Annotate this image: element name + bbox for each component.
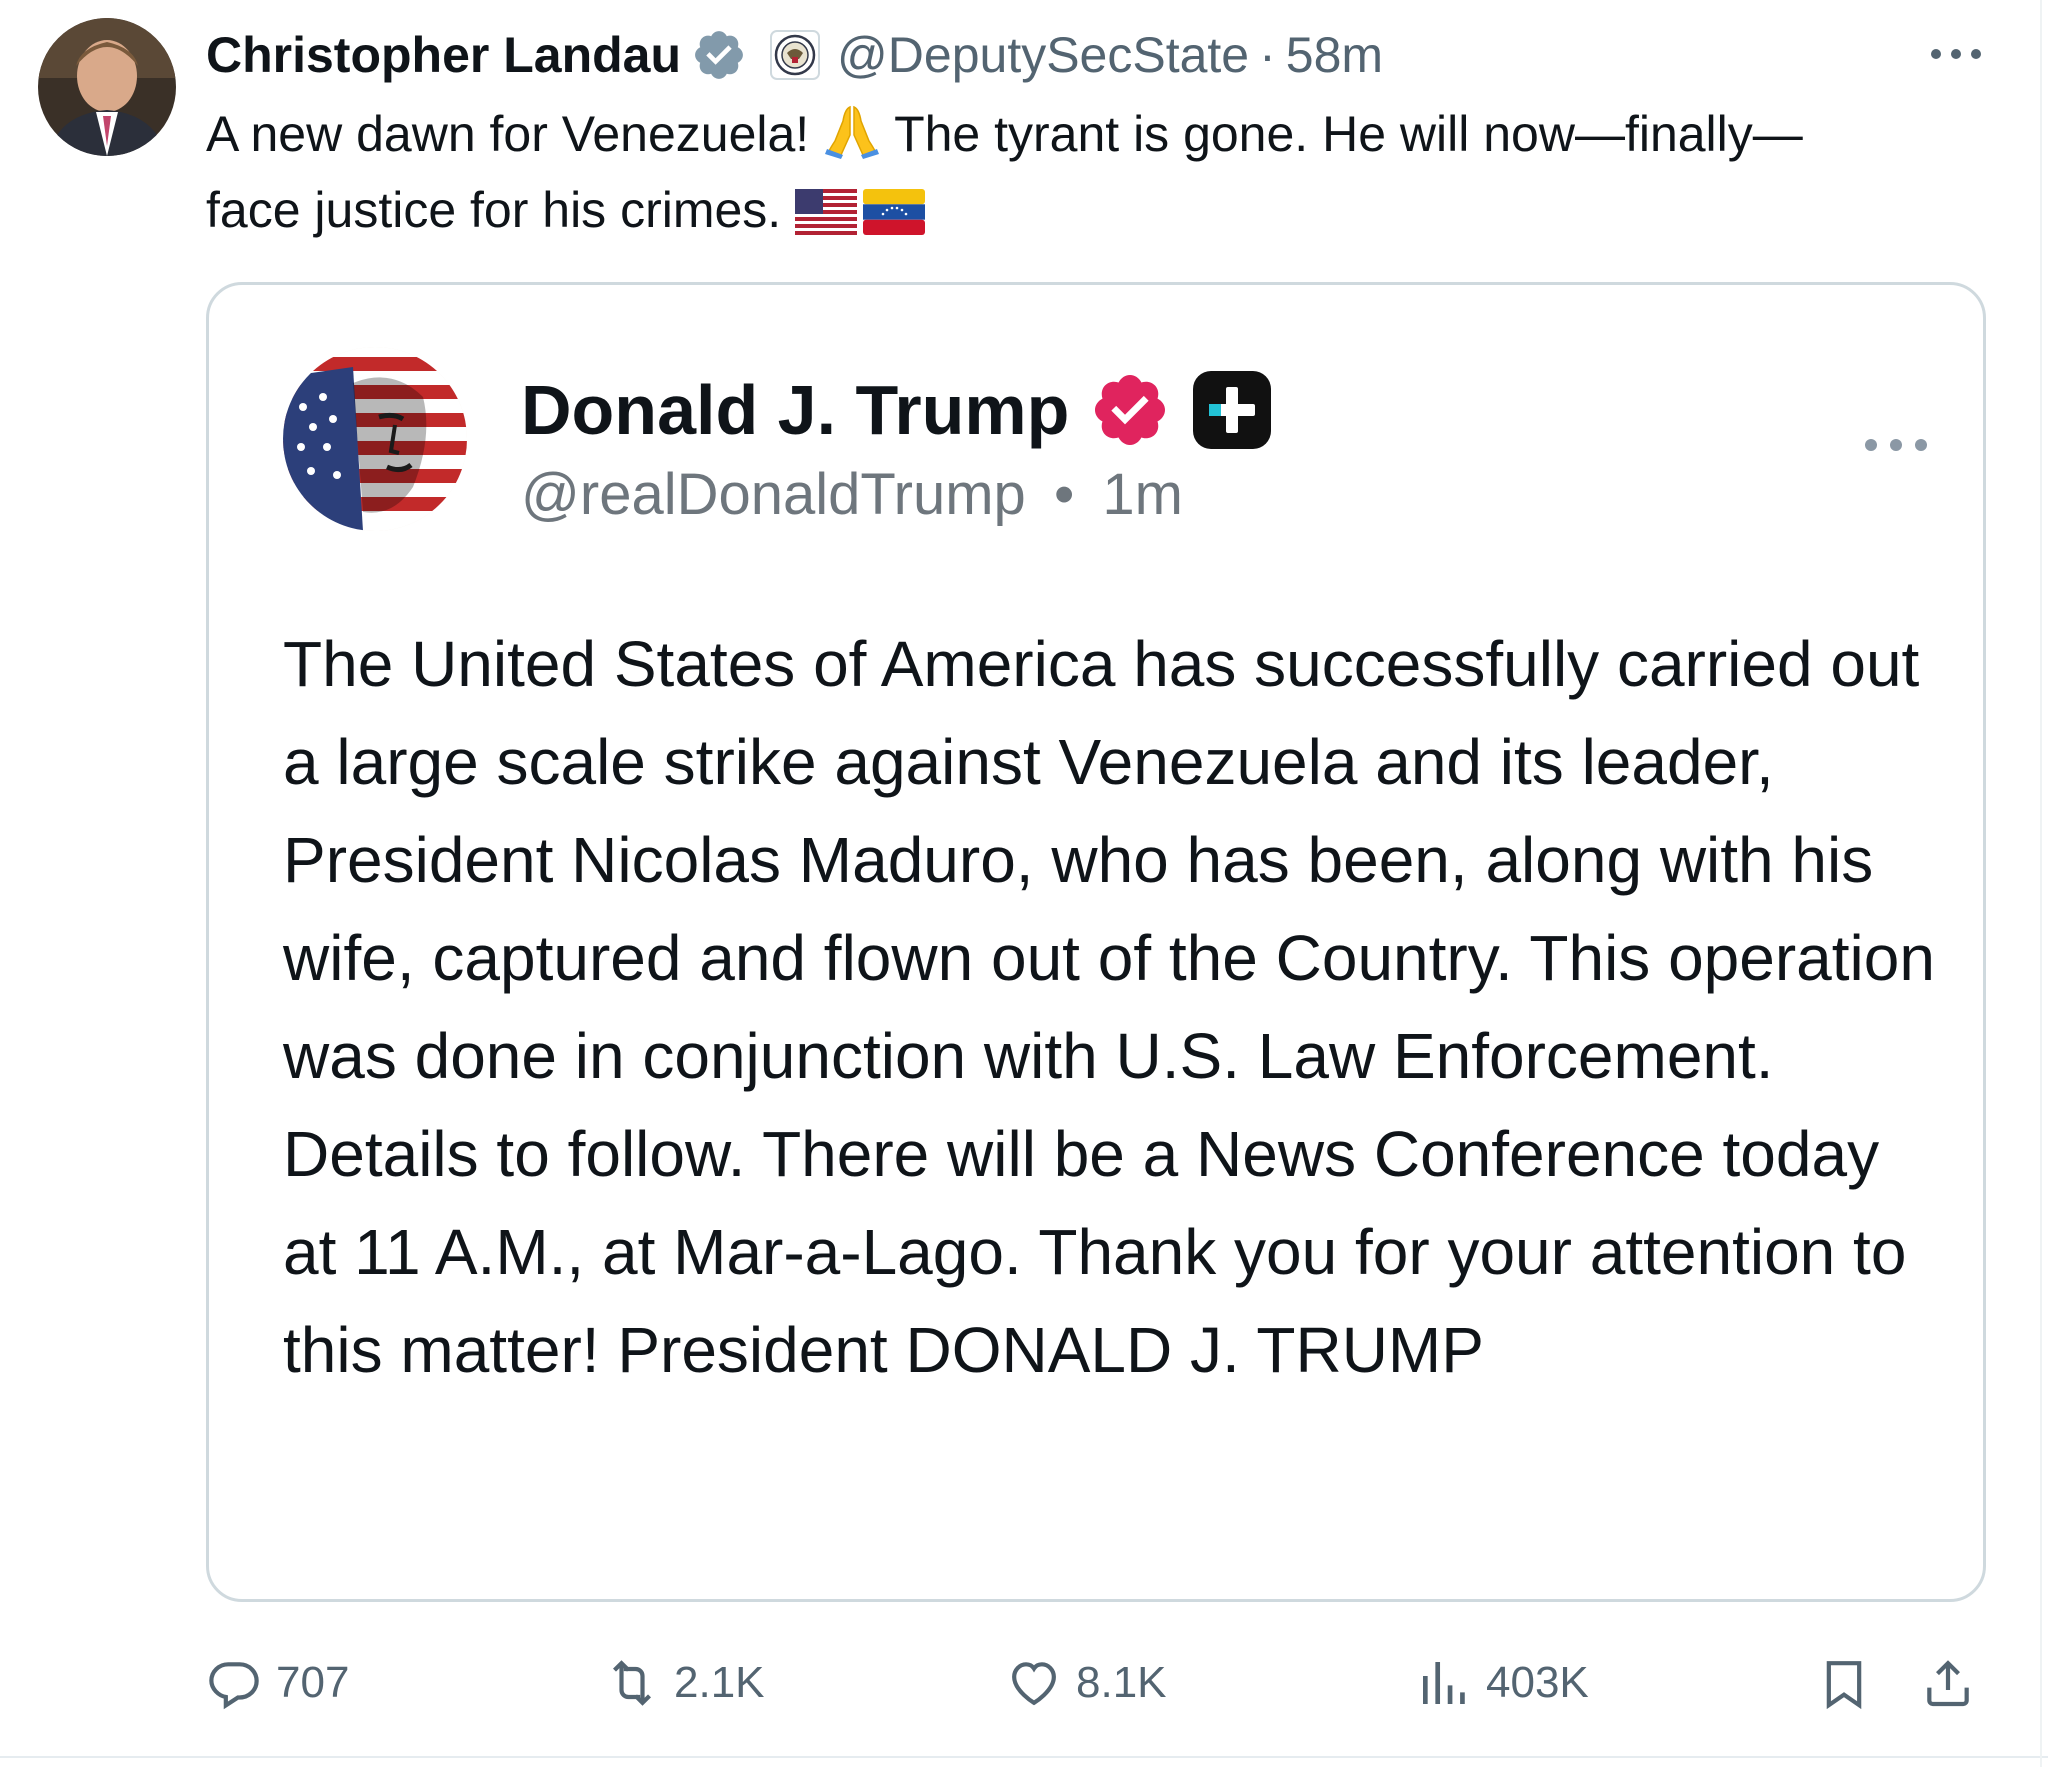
quoted-author-handle[interactable]: @realDonaldTrump bbox=[521, 462, 1026, 527]
verified-badge-icon bbox=[695, 31, 743, 79]
author-name[interactable]: Christopher Landau bbox=[206, 26, 681, 84]
post-text-part1: A new dawn for Venezuela! bbox=[206, 106, 824, 162]
author-avatar[interactable] bbox=[38, 18, 176, 156]
quoted-handle-row: @realDonaldTrump • 1m bbox=[521, 461, 1183, 528]
us-flag-emoji bbox=[795, 184, 858, 252]
post-header: Christopher Landau @DeputySecState · 58m bbox=[206, 20, 1383, 90]
venezuela-flag-emoji bbox=[863, 184, 926, 252]
quoted-author-name[interactable]: Donald J. Trump bbox=[521, 370, 1069, 450]
quoted-post-text: The United States of America has success… bbox=[283, 628, 1935, 1386]
post-text-part2: The tyrant is gone. He will now—finally— bbox=[881, 106, 1803, 162]
quoted-header: Donald J. Trump bbox=[521, 365, 1273, 455]
bookmark-icon bbox=[1826, 1661, 1862, 1710]
divider bbox=[2040, 0, 2042, 1767]
post-text-part3: face justice for his crimes. bbox=[206, 182, 796, 238]
divider bbox=[0, 1756, 2048, 1758]
repost-icon bbox=[613, 1660, 651, 1706]
repost-count: 2.1K bbox=[674, 1658, 765, 1707]
quoted-post-card[interactable]: Donald J. Trump @realDonaldTrump • 1m Th… bbox=[206, 282, 1986, 1602]
bookmark-button[interactable] bbox=[1816, 1650, 1886, 1716]
like-count: 8.1K bbox=[1076, 1658, 1167, 1707]
views-chart-icon bbox=[1423, 1662, 1465, 1704]
pink-verified-badge-icon bbox=[1095, 374, 1166, 446]
folded-hands-emoji bbox=[823, 101, 881, 176]
heart-icon bbox=[1012, 1662, 1056, 1706]
more-options-icon[interactable] bbox=[1861, 433, 1931, 457]
post-text: A new dawn for Venezuela! The tyrant is … bbox=[206, 100, 2006, 252]
quoted-author-avatar[interactable] bbox=[283, 347, 467, 531]
share-button[interactable] bbox=[1920, 1650, 1990, 1716]
quoted-separator: • bbox=[1053, 462, 1075, 527]
more-options-icon[interactable] bbox=[1928, 42, 1984, 66]
action-bar: 707 2.1K 8.1K 403K bbox=[206, 1650, 1996, 1716]
like-button[interactable]: 8.1K bbox=[1006, 1650, 1167, 1716]
repost-button[interactable]: 2.1K bbox=[604, 1650, 765, 1716]
post-time[interactable]: 58m bbox=[1286, 26, 1383, 84]
share-icon bbox=[1927, 1660, 1969, 1707]
reply-count: 707 bbox=[276, 1658, 350, 1707]
views-button[interactable]: 403K bbox=[1416, 1650, 1589, 1716]
header-separator: · bbox=[1259, 27, 1276, 83]
plus-badge-icon bbox=[1193, 371, 1272, 449]
reply-button[interactable]: 707 bbox=[206, 1650, 349, 1716]
views-count: 403K bbox=[1486, 1658, 1589, 1707]
quoted-time[interactable]: 1m bbox=[1102, 462, 1183, 527]
reply-icon bbox=[209, 1662, 259, 1710]
author-handle[interactable]: @DeputySecState bbox=[837, 26, 1249, 84]
state-department-seal-icon bbox=[770, 30, 821, 80]
